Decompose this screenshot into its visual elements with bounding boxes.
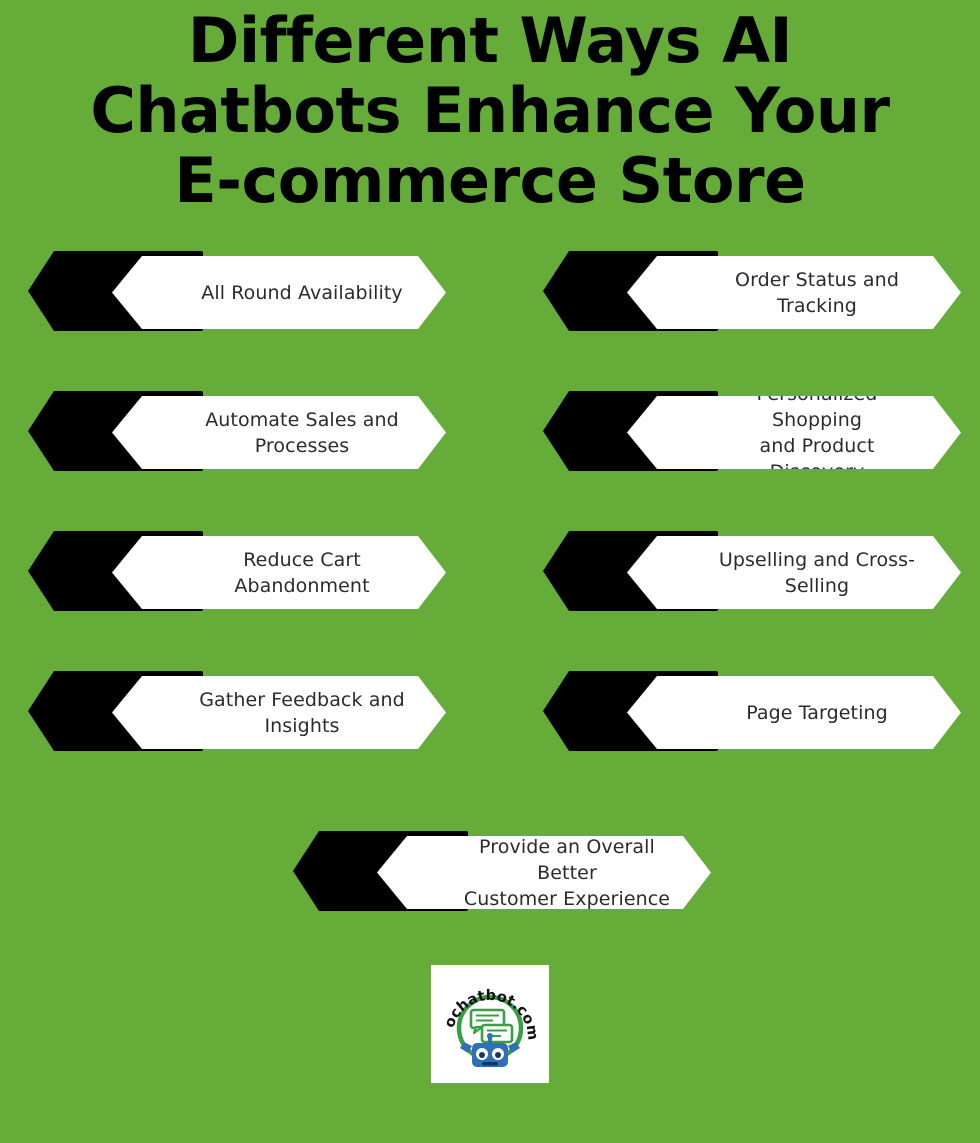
banner-label-line-1: Gather Feedback and	[199, 688, 405, 711]
banner-label-line-1: Automate Sales and	[205, 408, 399, 431]
banner-label-line-2: Abandonment	[234, 574, 370, 597]
banner-label-line-1: Reduce Cart	[243, 548, 361, 571]
banner-label-line-1: Page Targeting	[746, 701, 888, 724]
banner-label-line-1: Provide an Overall Better	[479, 835, 655, 884]
banner-plate: All Round Availability	[112, 256, 446, 329]
chatbot-robot-icon: ochatbot.com	[442, 988, 541, 1067]
banner-label: Reduce Cart Abandonment	[153, 547, 405, 599]
banner-page-targeting[interactable]: Page Targeting	[543, 665, 961, 757]
banner-row: Provide an Overall Better Customer Exper…	[0, 805, 980, 915]
banner-plate: Page Targeting	[627, 676, 961, 749]
page-title-line-2: Chatbots Enhance Your	[90, 74, 890, 147]
banner-label-line-2: Tracking	[777, 294, 857, 317]
banner-label-line-2: Customer Experience	[463, 887, 671, 910]
banner-label-line-1: Personalized Shopping	[756, 382, 878, 431]
banner-plate: Personalized Shopping and Product Discov…	[627, 396, 961, 469]
banner-plate: Upselling and Cross- Selling	[627, 536, 961, 609]
banner-label: Page Targeting	[668, 700, 920, 726]
banner-order-status-and-tracking[interactable]: Order Status and Tracking	[543, 245, 961, 337]
banner-label: Automate Sales and Processes	[153, 407, 405, 459]
banner-reduce-cart-abandonment[interactable]: Reduce Cart Abandonment	[28, 525, 446, 617]
banner-label-line-1: Order Status and	[735, 268, 899, 291]
banner-label-line-2: Insights	[264, 714, 340, 737]
banner-label: Personalized Shopping and Product Discov…	[668, 382, 920, 483]
banner-plate: Automate Sales and Processes	[112, 396, 446, 469]
banner-personalized-shopping[interactable]: Personalized Shopping and Product Discov…	[543, 385, 961, 477]
banner-label-line-1: Upselling and Cross-	[718, 548, 916, 571]
banner-row: Reduce Cart Abandonment Upselling and Cr…	[0, 525, 980, 665]
banner-label: Gather Feedback and Insights	[153, 687, 405, 739]
banner-plate: Gather Feedback and Insights	[112, 676, 446, 749]
banner-label-line-2: Processes	[254, 434, 350, 457]
banner-gather-feedback-and-insights[interactable]: Gather Feedback and Insights	[28, 665, 446, 757]
banner-label: Provide an Overall Better Customer Exper…	[409, 835, 679, 910]
page-title: Different Ways AI Chatbots Enhance Your …	[0, 0, 980, 216]
banner-label: Order Status and Tracking	[668, 267, 920, 319]
banner-label: All Round Availability	[153, 280, 405, 306]
banner-row: All Round Availability Order Status and …	[0, 245, 980, 385]
banner-grid: All Round Availability Order Status and …	[0, 245, 980, 915]
banner-plate: Order Status and Tracking	[627, 256, 961, 329]
banner-label-line-2: Selling	[784, 574, 850, 597]
banner-label-line-1: All Round Availability	[201, 281, 403, 304]
banner-automate-sales-and-processes[interactable]: Automate Sales and Processes	[28, 385, 446, 477]
banner-label: Upselling and Cross- Selling	[668, 547, 920, 599]
banner-all-round-availability[interactable]: All Round Availability	[28, 245, 446, 337]
banner-better-customer-experience[interactable]: Provide an Overall Better Customer Exper…	[293, 825, 711, 917]
banner-row: Gather Feedback and Insights Page Target…	[0, 665, 980, 805]
banner-plate: Reduce Cart Abandonment	[112, 536, 446, 609]
banner-label-line-2: and Product Discovery	[759, 434, 875, 483]
banner-upselling-and-cross-selling[interactable]: Upselling and Cross- Selling	[543, 525, 961, 617]
banner-plate: Provide an Overall Better Customer Exper…	[377, 836, 711, 909]
banner-row: Automate Sales and Processes Personalize…	[0, 385, 980, 525]
brand-logo: ochatbot.com	[431, 965, 549, 1083]
logo-speech-bubble-secondary	[480, 1023, 514, 1044]
page-title-line-3: E-commerce Store	[174, 144, 806, 217]
page-title-line-1: Different Ways AI	[187, 4, 793, 77]
